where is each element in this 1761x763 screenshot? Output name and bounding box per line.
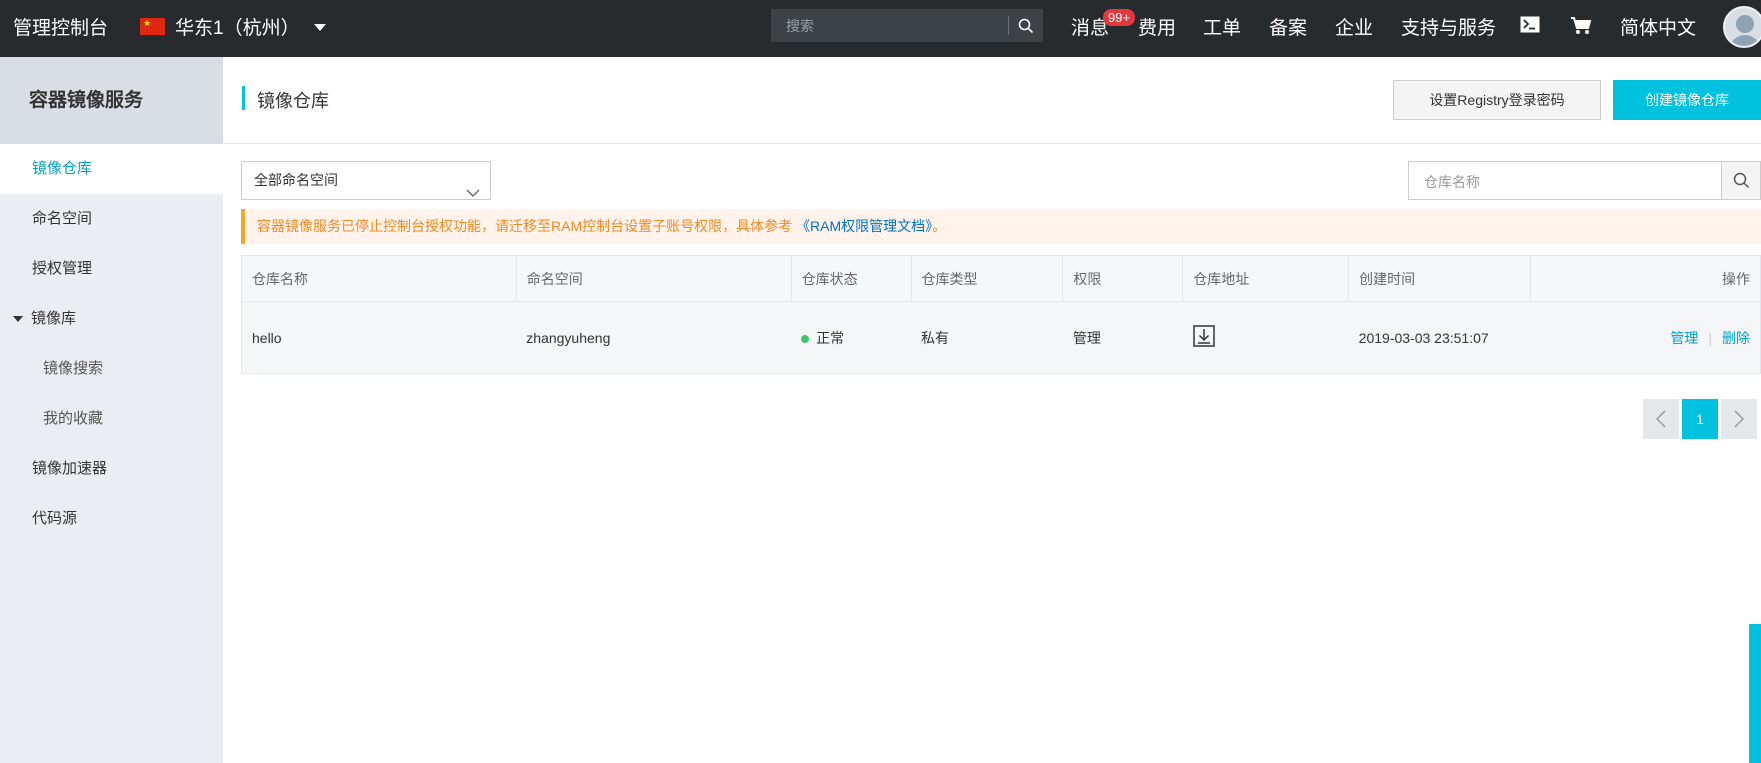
nav-billing[interactable]: 费用	[1138, 13, 1176, 40]
prev-page-button[interactable]	[1643, 399, 1679, 439]
floating-consult-tab[interactable]	[1749, 624, 1761, 763]
nav-icp-filing[interactable]: 备案	[1269, 13, 1307, 40]
expand-triangle-icon	[13, 316, 23, 322]
sidebar: 容器镜像服务 镜像仓库 命名空间 授权管理 镜像库 镜像搜索 我的收藏 镜像加速…	[0, 57, 223, 763]
china-flag-icon	[140, 18, 165, 35]
region-label: 华东1（杭州）	[175, 18, 300, 39]
column-header: 仓库名称	[241, 255, 517, 302]
column-header: 创建时间	[1348, 255, 1532, 302]
sidebar-item-favorites[interactable]: 我的收藏	[0, 394, 223, 444]
column-header: 仓库类型	[911, 255, 1064, 302]
sidebar-item-code-source[interactable]: 代码源	[0, 494, 223, 544]
top-navigation-bar: 管理控制台 华东1（杭州） 搜索 消息 99+ 费用 工单 备案 企业 支持与服…	[0, 0, 1761, 57]
column-header: 仓库地址	[1182, 255, 1350, 302]
ram-docs-link[interactable]: 《RAM权限管理文档》	[796, 218, 932, 234]
avatar-body-shape	[1729, 35, 1761, 46]
repo-status-text: 正常	[816, 329, 845, 346]
status-dot-icon	[801, 334, 810, 343]
create-repository-button[interactable]: 创建镜像仓库	[1613, 80, 1761, 120]
sidebar-group-image-library[interactable]: 镜像库	[0, 294, 223, 344]
table-row: hello zhangyuheng 正常 私有 管理 2019-03-03 23…	[241, 301, 1761, 374]
action-separator: |	[1708, 329, 1712, 346]
column-header: 权限	[1062, 255, 1184, 302]
nav-enterprise[interactable]: 企业	[1335, 13, 1373, 40]
column-header: 命名空间	[516, 255, 792, 302]
column-header: 仓库状态	[791, 255, 912, 302]
namespace-select[interactable]: 全部命名空间	[241, 161, 491, 200]
table-header-row: 仓库名称 命名空间 仓库状态 仓库类型 权限 仓库地址 创建时间 操作	[241, 255, 1761, 302]
sidebar-item-accelerator[interactable]: 镜像加速器	[0, 444, 223, 494]
title-accent-bar	[242, 86, 245, 110]
notice-text: 容器镜像服务已停止控制台授权功能，请迁移至RAM控制台设置子账号权限，具体参考	[257, 218, 793, 234]
console-brand-link[interactable]: 管理控制台	[13, 13, 108, 40]
set-registry-password-button[interactable]: 设置Registry登录密码	[1393, 80, 1601, 120]
page-title: 镜像仓库	[257, 91, 329, 111]
messages-badge: 99+	[1103, 9, 1136, 26]
repo-namespace-cell: zhangyuheng	[526, 329, 611, 346]
search-icon[interactable]	[1009, 9, 1043, 42]
repo-created-cell: 2019-03-03 23:51:07	[1358, 329, 1489, 346]
caret-down-icon	[313, 24, 326, 31]
avatar-head-shape	[1736, 15, 1754, 33]
repo-permission-cell: 管理	[1072, 329, 1101, 346]
user-avatar[interactable]	[1723, 6, 1761, 48]
repository-search[interactable]: 仓库名称	[1408, 161, 1761, 200]
repo-actions-cell: 管理 | 删除	[1531, 302, 1761, 374]
notice-suffix: 。	[932, 218, 947, 234]
repo-name-cell: hello	[252, 329, 282, 346]
column-header: 操作	[1722, 270, 1750, 287]
sidebar-item-authorization[interactable]: 授权管理	[0, 244, 223, 294]
nav-tickets[interactable]: 工单	[1203, 13, 1241, 40]
repo-address-cell	[1183, 302, 1349, 374]
repo-type-cell: 私有	[921, 329, 950, 346]
next-page-button[interactable]	[1721, 399, 1757, 439]
download-icon[interactable]	[1193, 325, 1215, 350]
sidebar-title: 容器镜像服务	[0, 57, 223, 144]
repository-table: 仓库名称 命名空间 仓库状态 仓库类型 权限 仓库地址 创建时间 操作 hell…	[241, 255, 1761, 374]
region-selector[interactable]: 华东1（杭州）	[140, 13, 326, 40]
namespace-select-value: 全部命名空间	[254, 172, 338, 188]
nav-support[interactable]: 支持与服务	[1401, 13, 1496, 40]
cart-icon[interactable]	[1570, 16, 1592, 40]
page-number-current[interactable]: 1	[1682, 399, 1718, 439]
chevron-down-icon	[466, 175, 480, 212]
nav-language[interactable]: 简体中文	[1620, 13, 1696, 40]
sidebar-item-image-search[interactable]: 镜像搜索	[0, 344, 223, 394]
manage-link[interactable]: 管理	[1670, 330, 1698, 346]
chevron-right-icon	[1734, 410, 1744, 428]
delete-link[interactable]: 删除	[1722, 330, 1750, 346]
chevron-left-icon	[1656, 410, 1666, 428]
pagination: 1	[1643, 399, 1757, 439]
global-search[interactable]: 搜索	[771, 9, 1043, 42]
sidebar-item-namespaces[interactable]: 命名空间	[0, 194, 223, 244]
global-search-input[interactable]: 搜索	[771, 16, 1008, 36]
repo-status-cell: 正常	[791, 302, 911, 374]
terminal-icon[interactable]	[1520, 16, 1540, 38]
search-icon[interactable]	[1721, 162, 1760, 199]
sidebar-group-label: 镜像库	[31, 310, 77, 327]
repository-search-input[interactable]: 仓库名称	[1424, 172, 1480, 192]
sidebar-item-repositories[interactable]: 镜像仓库	[0, 144, 223, 194]
deprecation-notice: 容器镜像服务已停止控制台授权功能，请迁移至RAM控制台设置子账号权限，具体参考 …	[241, 209, 1761, 244]
